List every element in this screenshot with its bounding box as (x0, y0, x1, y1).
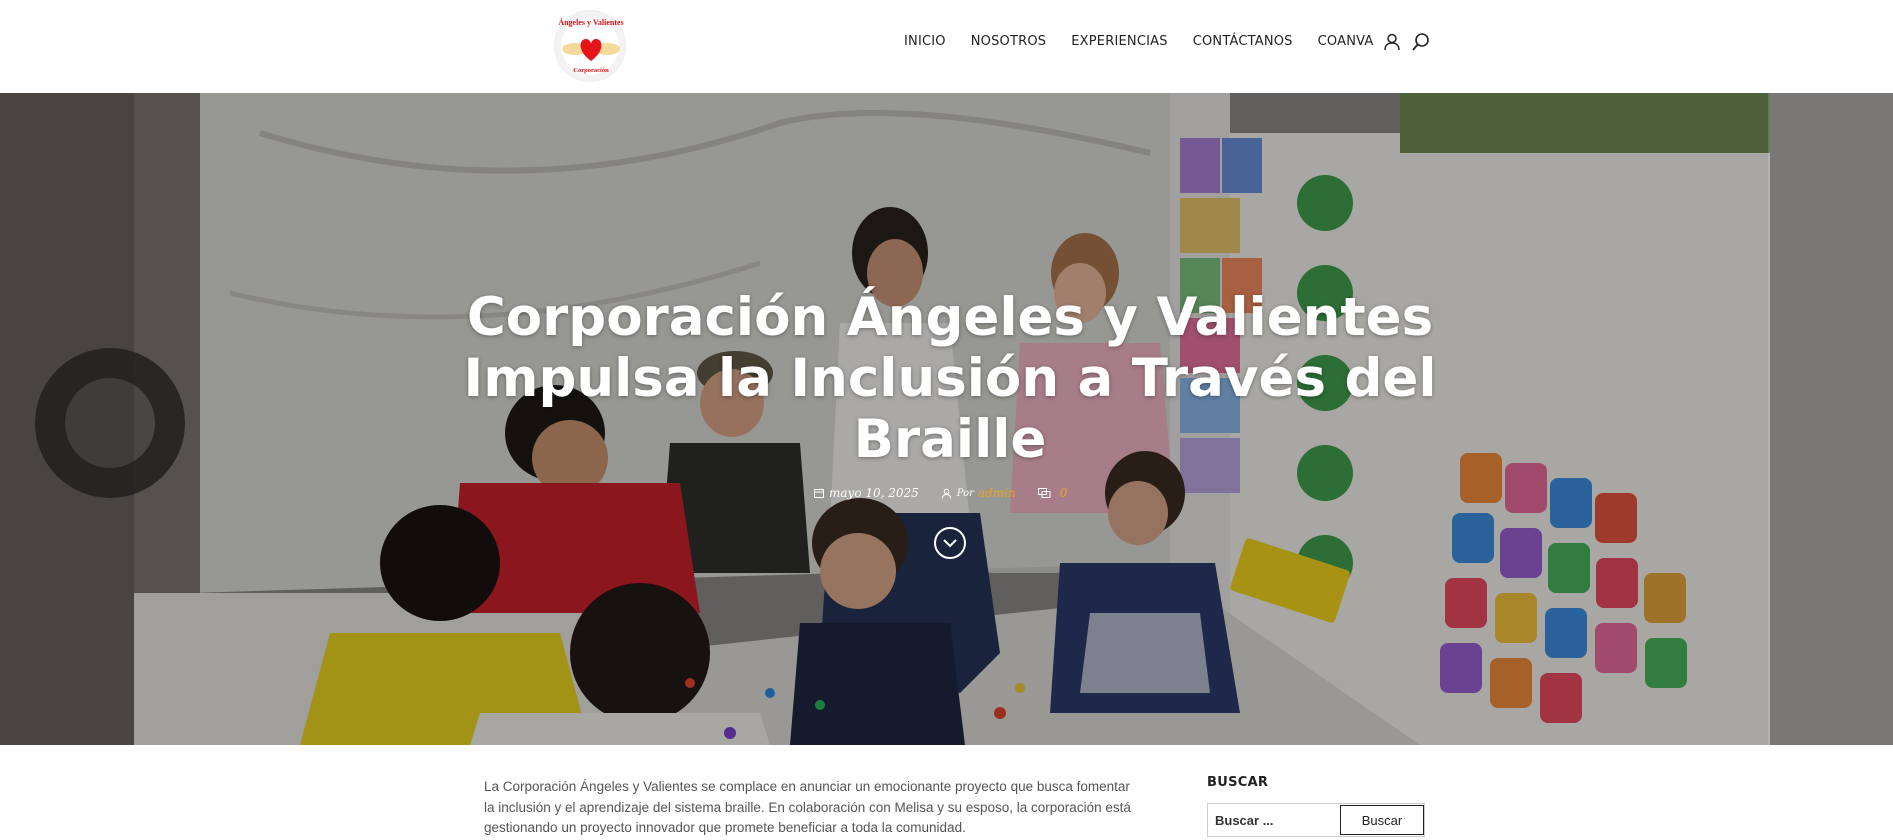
post-title: Corporación Ángeles y Valientes Impulsa … (463, 287, 1437, 470)
search-form: Buscar (1207, 803, 1425, 837)
search-input[interactable] (1208, 804, 1340, 836)
post-date: mayo 10, 2025 (814, 486, 919, 500)
post-author: Por admin (941, 486, 1016, 500)
calendar-icon (814, 489, 824, 498)
scroll-down-button[interactable] (934, 527, 966, 559)
post-date-text: mayo 10, 2025 (829, 486, 919, 500)
hero-banner: Corporación Ángeles y Valientes Impulsa … (0, 93, 1893, 745)
post-comments[interactable]: 0 (1037, 486, 1068, 500)
search-button[interactable]: Buscar (1340, 805, 1424, 835)
hero-side-left (0, 93, 134, 745)
main-nav: INICIO NOSOTROS EXPERIENCIAS CONTÁCTANOS… (904, 34, 1399, 49)
site-header: Ángeles y Valientes Corporación INICIO N… (0, 0, 1893, 93)
search-widget-title: BUSCAR (1207, 775, 1269, 790)
user-icon[interactable] (1382, 32, 1402, 52)
article-intro: La Corporación Ángeles y Valientes se co… (484, 779, 1131, 835)
logo-bottom-text: Corporación (573, 67, 609, 74)
nav-item-nosotros[interactable]: NOSOTROS (971, 34, 1047, 49)
nav-item-contactanos[interactable]: CONTÁCTANOS (1193, 34, 1293, 49)
comments-icon (1037, 487, 1051, 498)
comments-count[interactable]: 0 (1060, 486, 1068, 500)
author-link[interactable]: admin (978, 486, 1016, 500)
nav-item-inicio[interactable]: INICIO (904, 34, 946, 49)
site-logo[interactable]: Ángeles y Valientes Corporación (554, 10, 626, 82)
chevron-down-icon (943, 539, 957, 548)
search-icon[interactable] (1411, 32, 1431, 52)
nav-item-experiencias[interactable]: EXPERIENCIAS (1071, 34, 1167, 49)
author-icon (941, 488, 951, 499)
nav-item-coanva[interactable]: COANVA (1318, 34, 1374, 49)
hero-side-right (1768, 93, 1893, 745)
author-prefix: Por (956, 487, 974, 499)
post-meta: mayo 10, 2025 Por admin 0 (814, 483, 1089, 503)
